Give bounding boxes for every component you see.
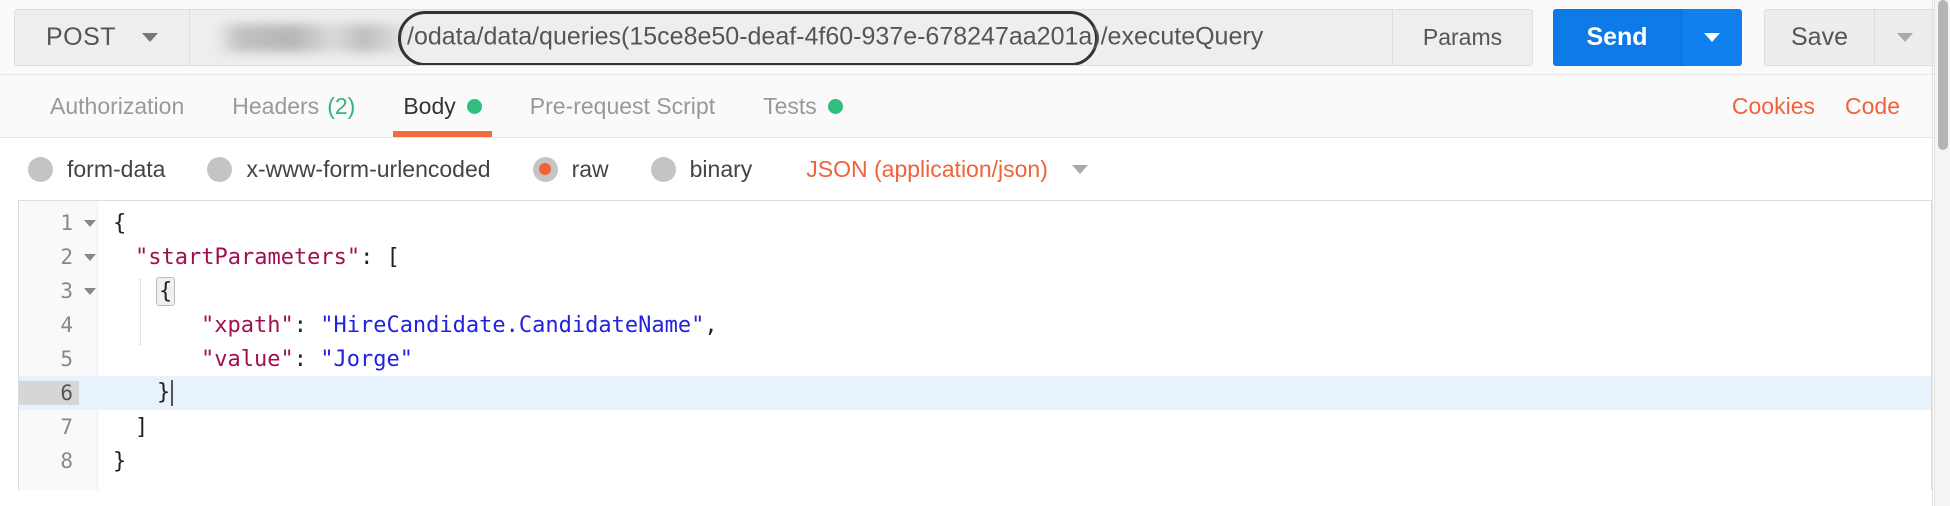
http-method-select[interactable]: POST <box>14 8 189 66</box>
radio-icon-selected[interactable] <box>532 156 558 182</box>
send-options-button[interactable] <box>1681 8 1742 66</box>
editor-line[interactable]: 7] <box>19 410 1931 444</box>
request-url-text: /odata/data/queries(15ce8e50-deaf-4f60-9… <box>407 22 1264 51</box>
matching-bracket: { <box>155 276 176 306</box>
chevron-down-icon <box>1071 164 1088 174</box>
editor-line[interactable]: 4 "xpath": "HireCandidate.CandidateName", <box>19 308 1931 342</box>
tab-label: Headers <box>232 92 320 119</box>
scrollbar-thumb[interactable] <box>1938 0 1948 150</box>
line-number: 6 <box>19 381 79 405</box>
request-url-bar: POST /odata/data/queries(15ce8e50-deaf-4… <box>0 0 1950 75</box>
code-token-punct: } <box>157 380 171 405</box>
line-content: "value": "Jorge" <box>101 347 413 372</box>
tests-modified-dot-icon <box>827 98 843 114</box>
body-type-label: x-www-form-urlencoded <box>246 155 491 182</box>
redacted-host-blur <box>216 23 406 52</box>
request-url-field[interactable]: /odata/data/queries(15ce8e50-deaf-4f60-9… <box>189 8 1393 66</box>
code-token-punct: } <box>113 448 127 474</box>
tab-label: Authorization <box>50 92 185 119</box>
code-token-punct: : <box>293 312 321 338</box>
tab-label: Pre-request Script <box>529 92 716 119</box>
editor-line[interactable]: 3{ <box>19 274 1931 308</box>
body-type-raw[interactable]: raw <box>532 155 609 183</box>
chevron-down-icon <box>1897 32 1913 42</box>
code-token-key: "xpath" <box>201 312 294 338</box>
headers-count-badge: (2) <box>327 92 356 119</box>
editor-line[interactable]: 8} <box>19 444 1931 478</box>
tab-label: Tests <box>763 92 817 119</box>
code-token-str: "Jorge" <box>320 346 413 372</box>
tab-row-links: Cookies Code <box>1732 75 1924 137</box>
line-content: "startParameters": [ <box>101 245 400 270</box>
body-type-label: binary <box>689 155 753 182</box>
save-button-group: Save <box>1764 8 1936 66</box>
code-token-key: "startParameters" <box>135 244 361 270</box>
line-content: ] <box>101 415 148 440</box>
save-button[interactable]: Save <box>1764 8 1874 66</box>
postman-request-pane: POST /odata/data/queries(15ce8e50-deaf-4… <box>0 0 1950 506</box>
chevron-down-icon <box>142 32 159 42</box>
code-link[interactable]: Code <box>1845 93 1900 120</box>
cookies-link[interactable]: Cookies <box>1732 93 1815 120</box>
radio-icon[interactable] <box>207 156 233 182</box>
line-number: 7 <box>60 415 73 439</box>
code-token-key: "value" <box>201 346 294 372</box>
line-number: 1 <box>60 211 73 235</box>
line-content: { <box>101 276 176 306</box>
editor-line[interactable]: 6} <box>19 376 1931 410</box>
editor-line[interactable]: 1{ <box>19 206 1931 240</box>
fold-toggle-icon[interactable] <box>79 288 101 295</box>
line-content: } <box>101 380 174 406</box>
body-type-selector: form-data x-www-form-urlencoded raw bina… <box>0 138 1950 200</box>
body-type-label: raw <box>571 155 609 182</box>
pane-divider <box>1932 0 1933 506</box>
body-type-binary[interactable]: binary <box>650 155 753 183</box>
body-type-label: form-data <box>67 155 166 182</box>
editor-line[interactable]: 2 "startParameters": [ <box>19 240 1931 274</box>
editor-code-lines[interactable]: 1{2 "startParameters": [3{4 "xpath": "Hire… <box>19 201 1931 478</box>
radio-icon[interactable] <box>28 156 53 182</box>
tab-body[interactable]: Body <box>379 75 505 137</box>
line-number: 3 <box>60 279 73 303</box>
text-cursor <box>171 380 174 406</box>
body-type-x-www-form-urlencoded[interactable]: x-www-form-urlencoded <box>207 155 491 183</box>
code-token-str: "HireCandidate.CandidateName" <box>320 312 705 338</box>
line-number: 2 <box>60 245 73 269</box>
send-button[interactable]: Send <box>1553 8 1681 66</box>
editor-line[interactable]: 5 "value": "Jorge" <box>19 342 1931 376</box>
vertical-scrollbar[interactable] <box>1934 0 1950 506</box>
code-token-punct: , <box>704 312 718 338</box>
radio-icon[interactable] <box>650 156 676 182</box>
body-modified-dot-icon <box>466 98 482 114</box>
fold-toggle-icon[interactable] <box>79 220 101 227</box>
tab-tests[interactable]: Tests <box>739 75 867 137</box>
code-token-punct: ] <box>135 414 149 440</box>
tab-label: Body <box>403 92 456 119</box>
request-tabs: Authorization Headers (2) Body Pre-reque… <box>0 75 1950 138</box>
content-type-label: JSON (application/json) <box>806 155 1048 182</box>
fold-toggle-icon[interactable] <box>79 254 101 261</box>
active-tab-underline <box>393 131 492 137</box>
send-button-group: Send <box>1553 8 1742 66</box>
line-content: } <box>101 449 126 474</box>
content-type-select[interactable]: JSON (application/json) <box>806 156 1088 183</box>
tab-pre-request-script[interactable]: Pre-request Script <box>506 75 739 137</box>
line-content: { <box>101 211 126 236</box>
line-number: 8 <box>60 449 73 473</box>
code-token-punct: : <box>293 346 321 372</box>
body-type-form-data[interactable]: form-data <box>28 156 165 183</box>
code-token-punct: { <box>113 210 127 236</box>
params-button[interactable]: Params <box>1393 8 1533 66</box>
line-content: "xpath": "HireCandidate.CandidateName", <box>101 313 718 338</box>
chevron-down-icon <box>1704 32 1720 42</box>
tab-authorization[interactable]: Authorization <box>26 75 208 137</box>
tab-headers[interactable]: Headers (2) <box>208 75 379 137</box>
code-token-punct: : [ <box>360 244 400 270</box>
save-options-button[interactable] <box>1874 8 1936 66</box>
line-number: 5 <box>60 347 73 371</box>
line-number: 4 <box>60 313 73 337</box>
request-body-editor[interactable]: 1{2 "startParameters": [3{4 "xpath": "Hire… <box>18 200 1932 490</box>
http-method-label: POST <box>45 22 117 51</box>
